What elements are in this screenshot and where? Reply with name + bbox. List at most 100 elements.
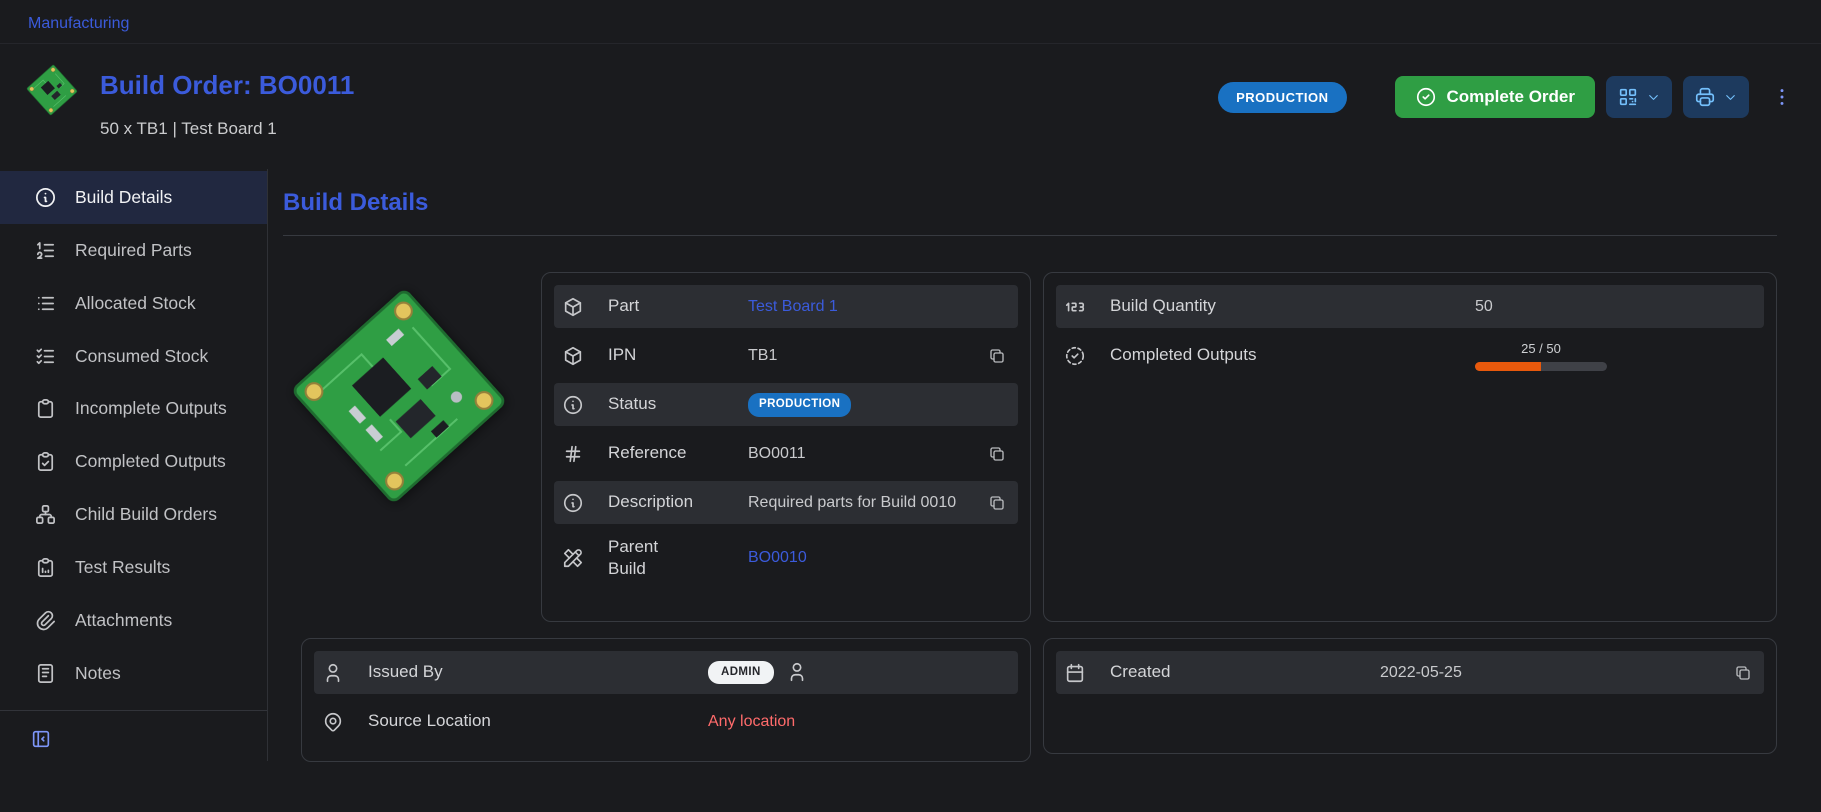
- sidebar-collapse-button[interactable]: [0, 717, 267, 761]
- copy-icon: [988, 347, 1006, 365]
- sidebar-item-notes[interactable]: Notes: [0, 647, 267, 700]
- sidebar-item-test-results[interactable]: Test Results: [0, 541, 267, 594]
- sidebar-collapse-icon: [30, 728, 52, 750]
- completed-outputs-row: Completed Outputs 25 / 50: [1056, 334, 1764, 377]
- sidebar-item-incomplete-outputs[interactable]: Incomplete Outputs: [0, 383, 267, 436]
- list-check-icon: [34, 345, 57, 368]
- status-badge-small: PRODUCTION: [748, 393, 851, 417]
- part-image[interactable]: [283, 276, 515, 516]
- qrcode-icon: [1617, 86, 1639, 108]
- test-results-icon: [34, 556, 57, 579]
- complete-order-button[interactable]: Complete Order: [1395, 76, 1595, 118]
- detail-row-part: Part Test Board 1: [554, 285, 1018, 328]
- sidebar-divider: [0, 710, 267, 711]
- package-icon: [562, 345, 608, 367]
- sidebar-item-completed-outputs[interactable]: Completed Outputs: [0, 435, 267, 488]
- sidebar-item-label: Build Details: [75, 187, 172, 208]
- copy-icon: [988, 494, 1006, 512]
- progress-text: 25 / 50: [1475, 340, 1607, 358]
- breadcrumb: Manufacturing: [0, 0, 1821, 44]
- copy-button[interactable]: [984, 347, 1010, 365]
- sidebar-item-label: Allocated Stock: [75, 293, 196, 314]
- chevron-down-icon: [1646, 90, 1661, 105]
- sidebar-item-required-parts[interactable]: Required Parts: [0, 224, 267, 277]
- info-circle-icon: [34, 186, 57, 209]
- sidebar-item-consumed-stock[interactable]: Consumed Stock: [0, 330, 267, 383]
- issued-panel: Issued By ADMIN Source Location Any loca…: [301, 638, 1031, 762]
- calendar-icon: [1064, 662, 1110, 684]
- completed-outputs-label: Completed Outputs: [1110, 344, 1475, 366]
- dots-vertical-icon: [1771, 86, 1793, 108]
- detail-row-ipn: IPN TB1: [554, 334, 1018, 377]
- progress-fill: [1475, 362, 1541, 371]
- detail-label-status: Status: [608, 393, 748, 415]
- build-quantity-row: Build Quantity 50: [1056, 285, 1764, 328]
- sidebar: Build Details Required Parts Allocated S…: [0, 169, 268, 761]
- part-thumbnail[interactable]: [26, 64, 78, 116]
- pcb-thumbnail-image: [26, 64, 78, 116]
- paperclip-icon: [34, 609, 57, 632]
- sidebar-item-allocated-stock[interactable]: Allocated Stock: [0, 277, 267, 330]
- detail-label-ipn: IPN: [608, 344, 748, 366]
- page-title: Build Order: BO0011: [100, 70, 354, 101]
- hash-icon: [562, 443, 608, 465]
- build-quantity-label: Build Quantity: [1110, 295, 1475, 317]
- more-actions-button[interactable]: [1771, 86, 1793, 108]
- copy-button[interactable]: [984, 494, 1010, 512]
- tools-icon: [562, 547, 608, 569]
- info-circle-icon: [562, 492, 608, 514]
- right-column: Build Quantity 50 Completed Outputs 25 /…: [1043, 272, 1777, 762]
- build-quantity-value: 50: [1475, 296, 1756, 318]
- sidebar-item-build-details[interactable]: Build Details: [0, 171, 267, 224]
- parent-build-link[interactable]: BO0010: [748, 549, 807, 566]
- clipboard-icon: [34, 397, 57, 420]
- clipboard-check-icon: [34, 450, 57, 473]
- page-subtitle: 50 x TB1 | Test Board 1: [100, 119, 354, 139]
- sidebar-item-label: Notes: [75, 663, 121, 684]
- source-location-value: Any location: [708, 711, 1010, 733]
- barcode-actions-button[interactable]: [1606, 76, 1672, 118]
- info-circle-icon: [562, 394, 608, 416]
- source-location-row: Source Location Any location: [314, 700, 1018, 743]
- sitemap-icon: [34, 503, 57, 526]
- created-label: Created: [1110, 661, 1380, 683]
- detail-label-parent-build: Parent Build: [608, 536, 748, 580]
- page-body: Build Details Required Parts Allocated S…: [0, 169, 1821, 761]
- breadcrumb-manufacturing[interactable]: Manufacturing: [28, 15, 129, 32]
- print-actions-button[interactable]: [1683, 76, 1749, 118]
- package-icon: [562, 296, 608, 318]
- sidebar-item-label: Completed Outputs: [75, 451, 226, 472]
- created-panel: Created 2022-05-25: [1043, 638, 1777, 754]
- sidebar-item-label: Test Results: [75, 557, 170, 578]
- issued-by-label: Issued By: [368, 661, 708, 683]
- pcb-image: [280, 277, 517, 514]
- sidebar-item-attachments[interactable]: Attachments: [0, 594, 267, 647]
- copy-icon: [988, 445, 1006, 463]
- sidebar-item-child-build-orders[interactable]: Child Build Orders: [0, 488, 267, 541]
- details-grid: Part Test Board 1 IPN TB1: [283, 272, 1777, 762]
- user-icon: [322, 662, 368, 684]
- detail-row-status: Status PRODUCTION: [554, 383, 1018, 426]
- copy-button[interactable]: [1730, 664, 1756, 682]
- description-value: Required parts for Build 0010: [748, 492, 984, 514]
- header-actions: PRODUCTION Complete Order: [1218, 76, 1793, 118]
- part-link[interactable]: Test Board 1: [748, 298, 838, 315]
- reference-value: BO0011: [748, 443, 984, 465]
- detail-label-reference: Reference: [608, 442, 748, 464]
- sidebar-item-label: Attachments: [75, 610, 172, 631]
- details-panel: Part Test Board 1 IPN TB1: [541, 272, 1031, 622]
- progress-track: [1475, 362, 1607, 371]
- detail-row-reference: Reference BO0011: [554, 432, 1018, 475]
- title-block: Build Order: BO0011 50 x TB1 | Test Boar…: [100, 64, 354, 139]
- sidebar-item-label: Consumed Stock: [75, 346, 208, 367]
- issued-by-badge: ADMIN: [708, 661, 774, 685]
- ipn-value: TB1: [748, 345, 984, 367]
- header-left: Build Order: BO0011 50 x TB1 | Test Boar…: [26, 64, 354, 139]
- completed-outputs-progress: 25 / 50: [1475, 340, 1607, 371]
- section-divider: [283, 235, 1777, 236]
- top-row: Part Test Board 1 IPN TB1: [283, 272, 1031, 622]
- main-content: Build Details: [268, 169, 1821, 761]
- chevron-down-icon: [1723, 90, 1738, 105]
- copy-button[interactable]: [984, 445, 1010, 463]
- created-value: 2022-05-25: [1380, 662, 1730, 684]
